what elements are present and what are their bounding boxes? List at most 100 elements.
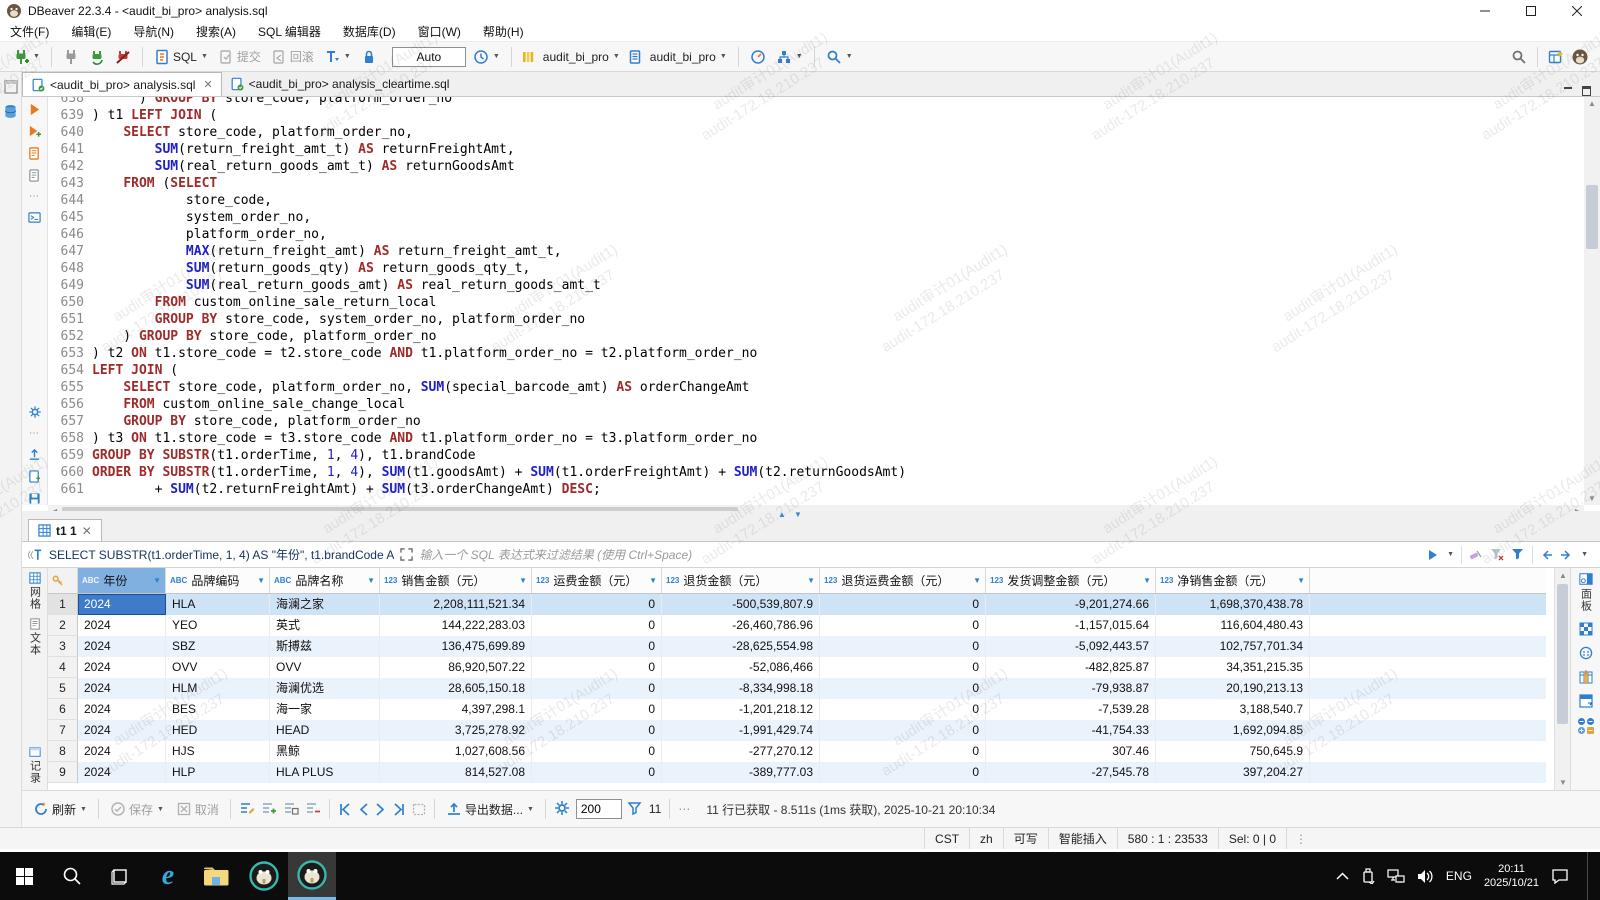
minimize-view-icon[interactable] (1564, 86, 1574, 96)
column-header-0[interactable]: ABC年份▼ (78, 568, 166, 593)
reconnect-button[interactable] (86, 47, 108, 67)
grid-cell[interactable]: 3,725,278.92 (380, 720, 532, 741)
prev-page-icon[interactable] (358, 803, 369, 816)
column-menu-icon[interactable]: ▼ (803, 576, 815, 585)
column-menu-icon[interactable]: ▼ (645, 576, 657, 585)
grid-cell[interactable]: SBZ (166, 636, 270, 657)
grid-cell[interactable]: -389,777.03 (662, 762, 820, 783)
grid-cell[interactable]: HEAD (270, 720, 380, 741)
grid-cell[interactable]: 1,698,370,438.78 (1156, 594, 1310, 615)
menu-item[interactable]: 搜索(A) (196, 23, 236, 40)
grid-cell[interactable]: HLA PLUS (270, 762, 380, 783)
last-page-icon[interactable] (392, 803, 406, 816)
grid-cell[interactable]: 2024 (78, 615, 166, 636)
more-actions-icon[interactable]: ⋯ (29, 191, 40, 202)
input-language-indicator[interactable]: ENG (1446, 869, 1472, 883)
menu-item[interactable]: 编辑(E) (71, 23, 111, 40)
grid-cell[interactable]: 0 (820, 720, 986, 741)
tab-analysis-sql[interactable]: <audit_bi_pro> analysis.sql ✕ (22, 72, 222, 96)
collapse-up-icon[interactable]: ▲ (778, 511, 786, 519)
grid-cell[interactable]: 0 (820, 636, 986, 657)
commit-mode-select[interactable]: Auto (392, 47, 466, 67)
grid-cell[interactable]: HLP (166, 762, 270, 783)
database-navigator-icon[interactable] (3, 104, 18, 119)
save-file-button[interactable] (28, 492, 41, 505)
grid-cell[interactable]: OVV (166, 657, 270, 678)
output-console-button[interactable] (28, 211, 41, 224)
cancel-changes-button[interactable]: 取消 (173, 799, 222, 820)
search-button[interactable]: ▼ (823, 47, 856, 67)
row-number[interactable]: 6 (48, 699, 78, 720)
grid-cell[interactable]: -28,625,554.98 (662, 636, 820, 657)
grid-cell[interactable]: 1,027,608.56 (380, 741, 532, 762)
grid-cell[interactable]: 2024 (78, 594, 166, 615)
grid-cell[interactable]: 海澜优选 (270, 678, 380, 699)
clear-filter-icon[interactable] (1469, 548, 1483, 561)
grid-cell[interactable]: BES (166, 699, 270, 720)
grid-cell[interactable]: HLM (166, 678, 270, 699)
code-line[interactable]: 655 SELECT store_code, platform_order_no… (48, 379, 1584, 396)
lock-icon[interactable] (358, 47, 380, 67)
column-header-5[interactable]: 123退货金额（元）▼ (662, 568, 820, 593)
grid-cell[interactable]: 海澜之家 (270, 594, 380, 615)
row-number[interactable]: 5 (48, 678, 78, 699)
code-line[interactable]: 658) t3 ON t1.store_code = t3.store_code… (48, 430, 1584, 447)
chevron-down-icon[interactable]: ▼ (1447, 551, 1454, 558)
filter-placeholder[interactable]: 输入一个 SQL 表达式来过滤结果 (使用 Ctrl+Space) (419, 546, 1421, 563)
dbeaver-taskbar-icon-active[interactable] (288, 852, 336, 900)
file-explorer-icon[interactable] (192, 852, 240, 900)
editor-vertical-scrollbar[interactable]: ▲ ▼ (1584, 97, 1600, 505)
user-avatar[interactable] (1572, 49, 1588, 65)
grid-cell[interactable]: 4,397,298.1 (380, 699, 532, 720)
volume-tray-icon[interactable] (1417, 869, 1434, 884)
code-line[interactable]: 660ORDER BY SUBSTR(t1.orderTime, 1, 4), … (48, 464, 1584, 481)
start-button[interactable] (0, 852, 48, 900)
grid-cell[interactable]: -26,460,786.96 (662, 615, 820, 636)
grid-cell[interactable]: 2024 (78, 657, 166, 678)
code-line[interactable]: 656 FROM custom_online_sale_change_local (48, 396, 1584, 413)
grid-cell[interactable]: 1,692,094.85 (1156, 720, 1310, 741)
code-line[interactable]: 657 GROUP BY store_code, platform_order_… (48, 413, 1584, 430)
grid-corner-cell[interactable] (48, 568, 78, 593)
grid-cell[interactable]: 2024 (78, 762, 166, 783)
history-forward-icon[interactable] (1560, 549, 1573, 561)
maximize-button[interactable] (1508, 0, 1554, 22)
grid-cell[interactable]: 144,222,283.03 (380, 615, 532, 636)
close-tab-icon[interactable]: ✕ (82, 524, 92, 538)
code-line[interactable]: 642 SUM(real_return_goods_amt_t) AS retu… (48, 158, 1584, 175)
grid-cell[interactable]: -482,825.87 (986, 657, 1156, 678)
grid-cell[interactable]: -7,539.28 (986, 699, 1156, 720)
code-line[interactable]: 644 store_code, (48, 192, 1584, 209)
zoom-buttons-icon[interactable] (1578, 718, 1594, 734)
explain-plan-button[interactable] (28, 169, 41, 182)
grid-cell[interactable]: 0 (820, 678, 986, 699)
dbeaver-taskbar-icon[interactable] (240, 852, 288, 900)
grid-cell[interactable]: -8,334,998.18 (662, 678, 820, 699)
grid-cell[interactable]: 黑鲸 (270, 741, 380, 762)
grid-cell[interactable]: 2024 (78, 699, 166, 720)
export-data-button[interactable]: 导出数据... ▼ (443, 799, 537, 820)
code-line[interactable]: 647 MAX(return_freight_amt) AS return_fr… (48, 243, 1584, 260)
dashboard-icon[interactable] (747, 47, 769, 67)
grid-cell[interactable]: 0 (532, 699, 662, 720)
grid-cell[interactable]: 0 (820, 657, 986, 678)
code-line[interactable]: 646 platform_order_no, (48, 226, 1584, 243)
column-header-2[interactable]: ABC品牌名称▼ (270, 568, 380, 593)
scrollbar-thumb[interactable] (1557, 584, 1568, 724)
grid-cell[interactable]: 2024 (78, 741, 166, 762)
connect-button[interactable] (60, 47, 82, 67)
more-actions-icon[interactable]: ⋯ (29, 428, 40, 439)
record-mode-toggle[interactable]: 记录 (27, 746, 43, 784)
grid-cell[interactable]: 0 (532, 657, 662, 678)
execute-statement-button[interactable] (28, 103, 41, 116)
grid-cell[interactable]: -52,086,466 (662, 657, 820, 678)
grid-cell[interactable]: YEO (166, 615, 270, 636)
action-center-icon[interactable] (1551, 868, 1569, 884)
code-line[interactable]: 645 system_order_no, (48, 209, 1584, 226)
grid-cell[interactable]: -9,201,274.66 (986, 594, 1156, 615)
code-line[interactable]: 648 SUM(return_goods_qty) AS return_good… (48, 260, 1584, 277)
grid-cell[interactable]: 0 (820, 615, 986, 636)
transaction-log-button[interactable]: ▼ (321, 47, 354, 67)
column-menu-icon[interactable]: ▼ (1139, 576, 1151, 585)
code-line[interactable]: 661 + SUM(t2.returnFreightAmt) + SUM(t3.… (48, 481, 1584, 498)
